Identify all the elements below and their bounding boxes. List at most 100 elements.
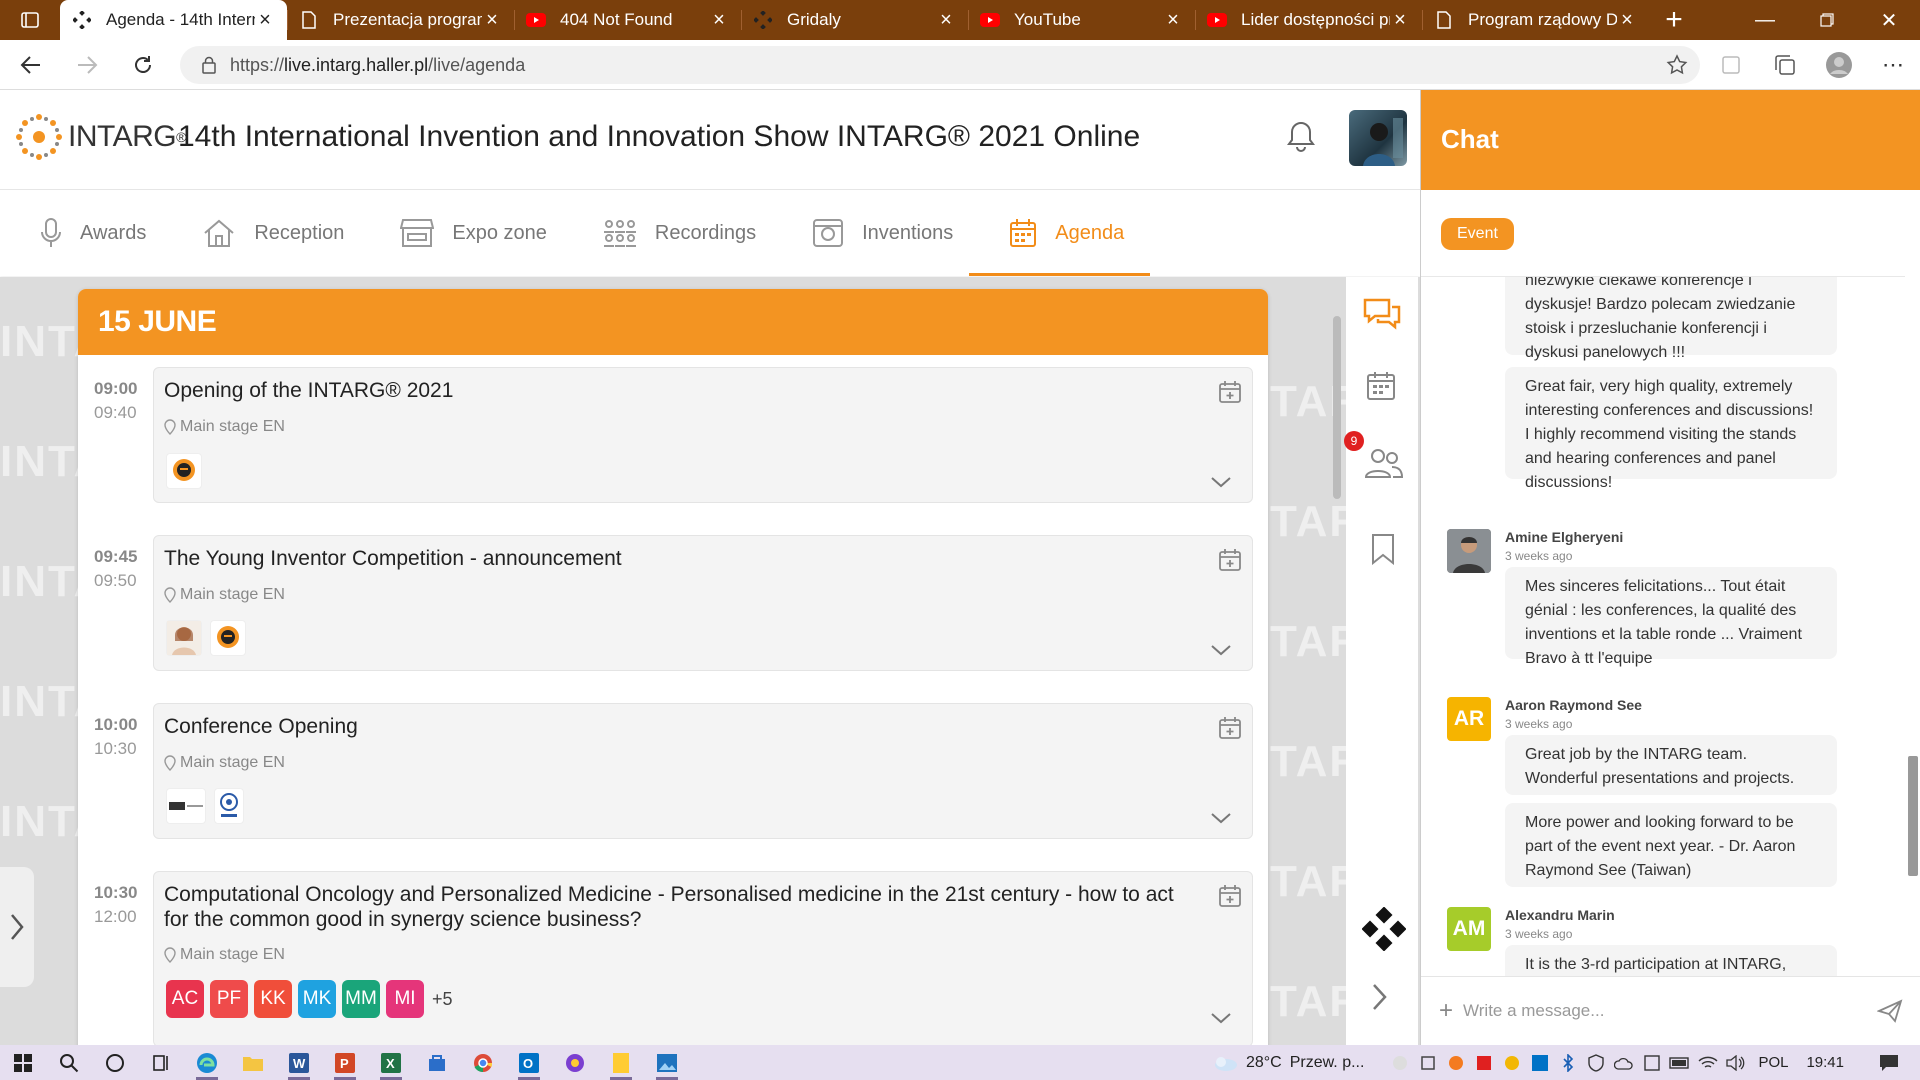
task-view-icon[interactable] — [138, 1045, 184, 1080]
browser-tab[interactable]: Program rządowy Dos × — [1422, 0, 1649, 40]
chevron-down-icon[interactable] — [1210, 812, 1232, 824]
chevron-down-icon[interactable] — [1210, 476, 1232, 488]
powerpoint-app-icon[interactable]: P — [322, 1045, 368, 1080]
onedrive-icon[interactable] — [1610, 1056, 1638, 1070]
session-card[interactable]: Conference Opening Main stage EN — [153, 703, 1253, 839]
lock-icon[interactable] — [202, 56, 216, 74]
speaker-initials[interactable]: AC — [166, 980, 204, 1018]
tab-actions-icon[interactable] — [0, 0, 60, 40]
extension-icon[interactable] — [1704, 55, 1758, 75]
security-icon[interactable] — [1582, 1053, 1610, 1072]
session-card[interactable]: Opening of the INTARG® 2021 Main stage E… — [153, 367, 1253, 503]
attendees-icon[interactable] — [1364, 447, 1404, 479]
input-language[interactable]: POL — [1758, 1054, 1788, 1071]
user-avatar[interactable] — [1447, 529, 1491, 573]
maximize-icon[interactable] — [1796, 0, 1858, 40]
chevron-right-icon[interactable] — [1372, 983, 1388, 1011]
nav-inventions[interactable]: Inventions — [812, 190, 953, 276]
browser-tab[interactable]: Prezentacja programu × — [287, 0, 514, 40]
browser-tab[interactable]: YouTube × — [968, 0, 1195, 40]
clock[interactable]: 19:41 — [1806, 1054, 1844, 1071]
scroll-thumb[interactable] — [1908, 756, 1918, 876]
send-icon[interactable] — [1877, 999, 1903, 1023]
speaker-photo[interactable] — [166, 620, 202, 656]
close-tab-icon[interactable]: × — [1390, 9, 1410, 32]
add-to-calendar-icon[interactable] — [1218, 884, 1242, 908]
close-tab-icon[interactable]: × — [709, 9, 729, 32]
session-card[interactable]: Computational Oncology and Personalized … — [153, 871, 1253, 1045]
word-app-icon[interactable]: W — [276, 1045, 322, 1080]
speaker-initials[interactable]: MK — [298, 980, 336, 1018]
nav-awards[interactable]: Awards — [40, 190, 146, 276]
session-card[interactable]: The Young Inventor Competition - announc… — [153, 535, 1253, 671]
chevron-down-icon[interactable] — [1210, 1012, 1232, 1024]
cortana-icon[interactable] — [92, 1045, 138, 1080]
nav-expo-zone[interactable]: Expo zone — [400, 190, 547, 276]
add-to-calendar-icon[interactable] — [1218, 716, 1242, 740]
excel-app-icon[interactable]: X — [368, 1045, 414, 1080]
collapse-left-button[interactable] — [0, 867, 34, 987]
close-tab-icon[interactable]: × — [1163, 9, 1183, 32]
chat-scrollbar[interactable] — [1905, 276, 1920, 976]
more-speakers-count[interactable]: +5 — [432, 989, 453, 1010]
close-window-icon[interactable]: ✕ — [1858, 0, 1920, 40]
wifi-icon[interactable] — [1694, 1055, 1722, 1071]
collections-icon[interactable] — [1758, 54, 1812, 76]
browser-tab[interactable]: Gridaly × — [741, 0, 968, 40]
favorite-star-icon[interactable] — [1650, 54, 1704, 76]
user-avatar[interactable]: AR — [1447, 697, 1491, 741]
add-to-calendar-icon[interactable] — [1218, 380, 1242, 404]
gridaly-logo-icon[interactable] — [1362, 907, 1406, 951]
user-avatar[interactable] — [1349, 110, 1407, 166]
photos-app-icon[interactable] — [644, 1045, 690, 1080]
more-menu-icon[interactable]: ⋯ — [1866, 52, 1920, 78]
new-tab-button[interactable]: + — [1649, 0, 1699, 40]
refresh-icon[interactable] — [118, 45, 168, 85]
sticky-notes-icon[interactable] — [598, 1045, 644, 1080]
outlook-app-icon[interactable]: O — [506, 1045, 552, 1080]
sponsor-logo[interactable] — [214, 788, 244, 824]
tray-app-icon[interactable] — [1386, 1055, 1414, 1071]
nav-recordings[interactable]: Recordings — [603, 190, 756, 276]
windows-start-icon[interactable] — [0, 1045, 46, 1080]
agenda-scrollbar[interactable] — [1333, 316, 1341, 499]
browser-tab[interactable]: Lider dostępności pric × — [1195, 0, 1422, 40]
close-tab-icon[interactable]: × — [255, 9, 275, 32]
app-icon[interactable] — [552, 1045, 598, 1080]
chrome-app-icon[interactable] — [460, 1045, 506, 1080]
tray-outlook-icon[interactable] — [1526, 1054, 1554, 1071]
search-icon[interactable] — [46, 1045, 92, 1080]
tray-app-icon[interactable] — [1638, 1054, 1666, 1071]
tray-app-icon[interactable] — [1442, 1055, 1470, 1071]
back-icon[interactable] — [6, 45, 56, 85]
weather-icon[interactable] — [1212, 1054, 1238, 1072]
bookmark-icon[interactable] — [1370, 533, 1396, 565]
browser-tab[interactable]: Agenda - 14th International × — [60, 0, 287, 40]
edge-app-icon[interactable] — [184, 1045, 230, 1080]
tray-app-icon[interactable] — [1470, 1055, 1498, 1071]
chevron-down-icon[interactable] — [1210, 644, 1232, 656]
speaker-initials[interactable]: PF — [210, 980, 248, 1018]
url-field[interactable]: https://live.intarg.haller.pl/live/agend… — [180, 46, 1700, 84]
speaker-initials[interactable]: MI — [386, 980, 424, 1018]
profile-icon[interactable] — [1812, 51, 1866, 79]
nav-agenda[interactable]: Agenda — [969, 190, 1151, 276]
chat-input[interactable]: + Write a message... — [1421, 976, 1920, 1045]
close-tab-icon[interactable]: × — [1617, 9, 1637, 32]
intarg-logo[interactable]: INTARG ® — [14, 112, 186, 162]
sponsor-logo[interactable] — [210, 620, 246, 656]
volume-icon[interactable] — [1722, 1054, 1750, 1071]
sponsor-logo[interactable] — [166, 453, 202, 489]
add-to-calendar-icon[interactable] — [1218, 548, 1242, 572]
nav-reception[interactable]: Reception — [202, 190, 344, 276]
tray-app-icon[interactable] — [1498, 1055, 1526, 1071]
store-app-icon[interactable] — [414, 1045, 460, 1080]
weather-temp[interactable]: 28°C — [1246, 1054, 1282, 1072]
add-attachment-icon[interactable]: + — [1439, 997, 1453, 1025]
chat-tab-event[interactable]: Event — [1441, 218, 1514, 250]
notifications-bell-icon[interactable] — [1286, 120, 1316, 152]
minimize-icon[interactable]: — — [1734, 0, 1796, 40]
weather-desc[interactable]: Przew. p... — [1290, 1054, 1365, 1072]
bluetooth-icon[interactable] — [1554, 1053, 1582, 1072]
forward-icon[interactable] — [62, 45, 112, 85]
